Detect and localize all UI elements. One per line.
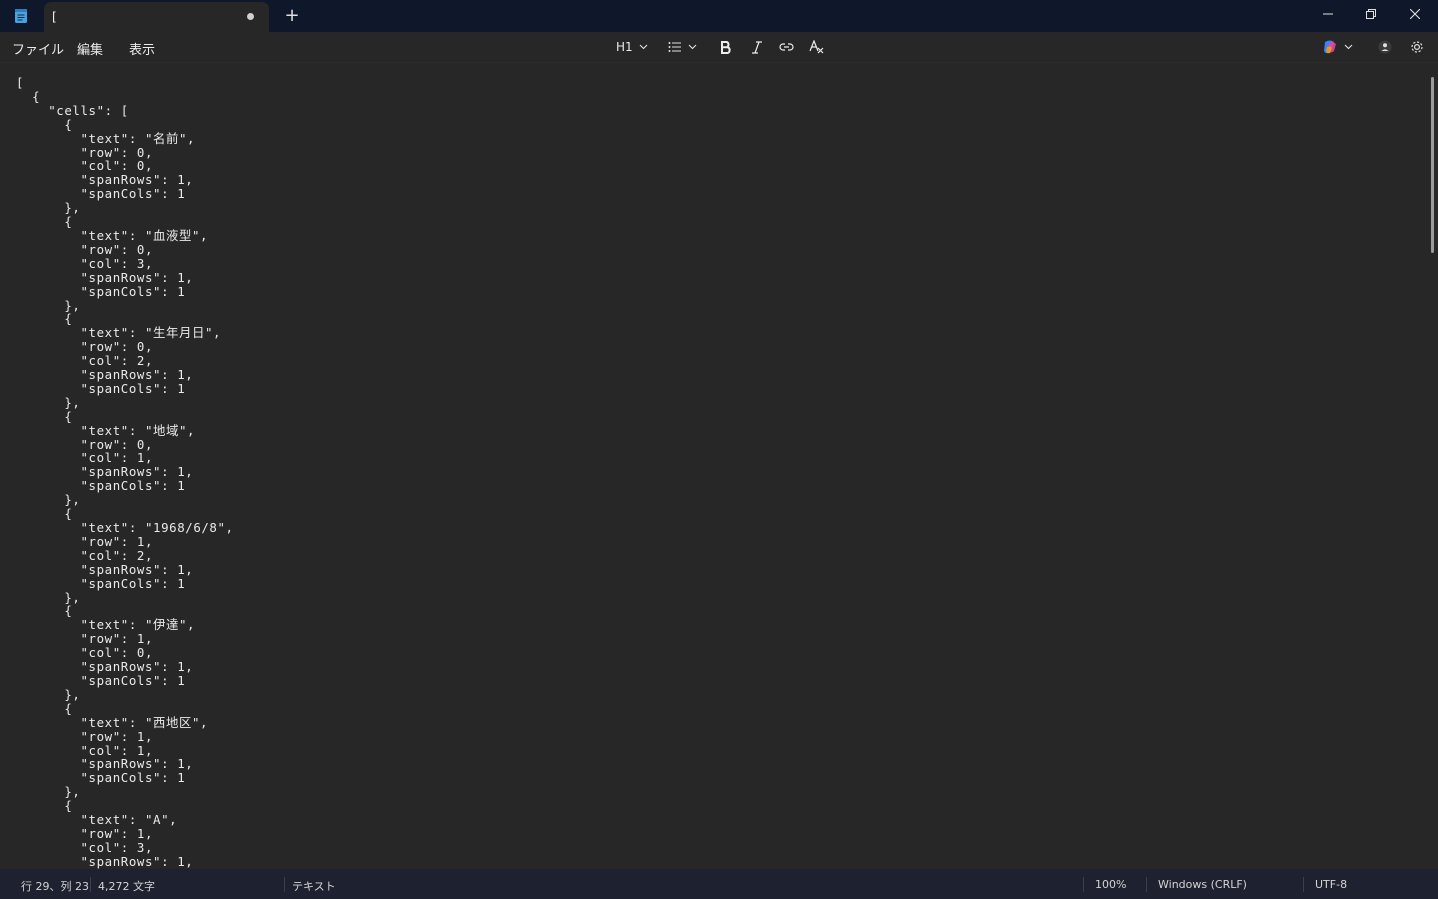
close-icon[interactable] [1392,0,1438,28]
restore-icon[interactable] [1348,0,1394,28]
text-format[interactable]: テキスト [292,878,336,894]
scroll-thumb[interactable] [1431,77,1434,253]
italic-button[interactable] [751,37,763,57]
chevron-down-icon [639,44,648,50]
chevron-down-icon [688,44,697,50]
unsaved-indicator-icon[interactable] [247,13,254,20]
clear-formatting-button[interactable] [809,37,825,57]
zoom-level[interactable]: 100% [1095,878,1126,891]
minimize-icon[interactable] [1305,0,1351,28]
tab-title: [ [52,10,57,24]
line-ending[interactable]: Windows (CRLF) [1158,878,1247,891]
vertical-scrollbar[interactable] [1428,63,1438,869]
clear-formatting-icon [809,40,824,54]
bold-icon [721,40,731,54]
heading-label: H1 [616,40,633,54]
menu-edit[interactable]: 編集 [77,39,103,58]
link-button[interactable] [779,37,794,57]
copilot-icon [1324,40,1336,54]
character-count: 4,272 文字 [98,880,155,893]
cursor-position[interactable]: 行 29、列 23 [21,878,89,894]
account-icon [1378,40,1392,54]
copilot-dropdown[interactable] [1322,37,1353,57]
status-divider [1303,877,1304,892]
bold-button[interactable] [720,37,732,57]
chevron-down-icon [1344,44,1353,50]
status-divider [1146,877,1147,892]
status-divider [90,877,91,892]
bulleted-list-icon [668,42,681,52]
settings-button[interactable] [1409,37,1425,57]
link-icon [779,43,794,51]
menu-bar: ファイル 編集 表示 H1 [0,32,1438,62]
list-dropdown[interactable] [668,37,697,57]
editor-content[interactable]: [ { "cells": [ { "text": "名前", "row": 0,… [16,76,234,869]
status-bar: 行 29、列 23 4,272 文字 テキスト 100% Windows (CR… [0,869,1438,899]
title-bar: [ + [0,0,1438,32]
status-divider [284,877,285,892]
heading-dropdown[interactable]: H1 [616,37,648,57]
menu-file[interactable]: ファイル [12,39,64,58]
menu-view[interactable]: 表示 [129,39,155,58]
italic-icon [752,40,762,54]
notepad-app-icon [15,9,27,23]
text-editor[interactable]: [ { "cells": [ { "text": "名前", "row": 0,… [0,63,1426,869]
account-button[interactable] [1378,37,1392,57]
encoding[interactable]: UTF-8 [1315,878,1347,891]
status-divider [1083,877,1084,892]
gear-icon [1411,41,1423,53]
document-tab[interactable]: [ [44,2,269,32]
new-tab-plus-icon[interactable]: + [284,6,300,26]
